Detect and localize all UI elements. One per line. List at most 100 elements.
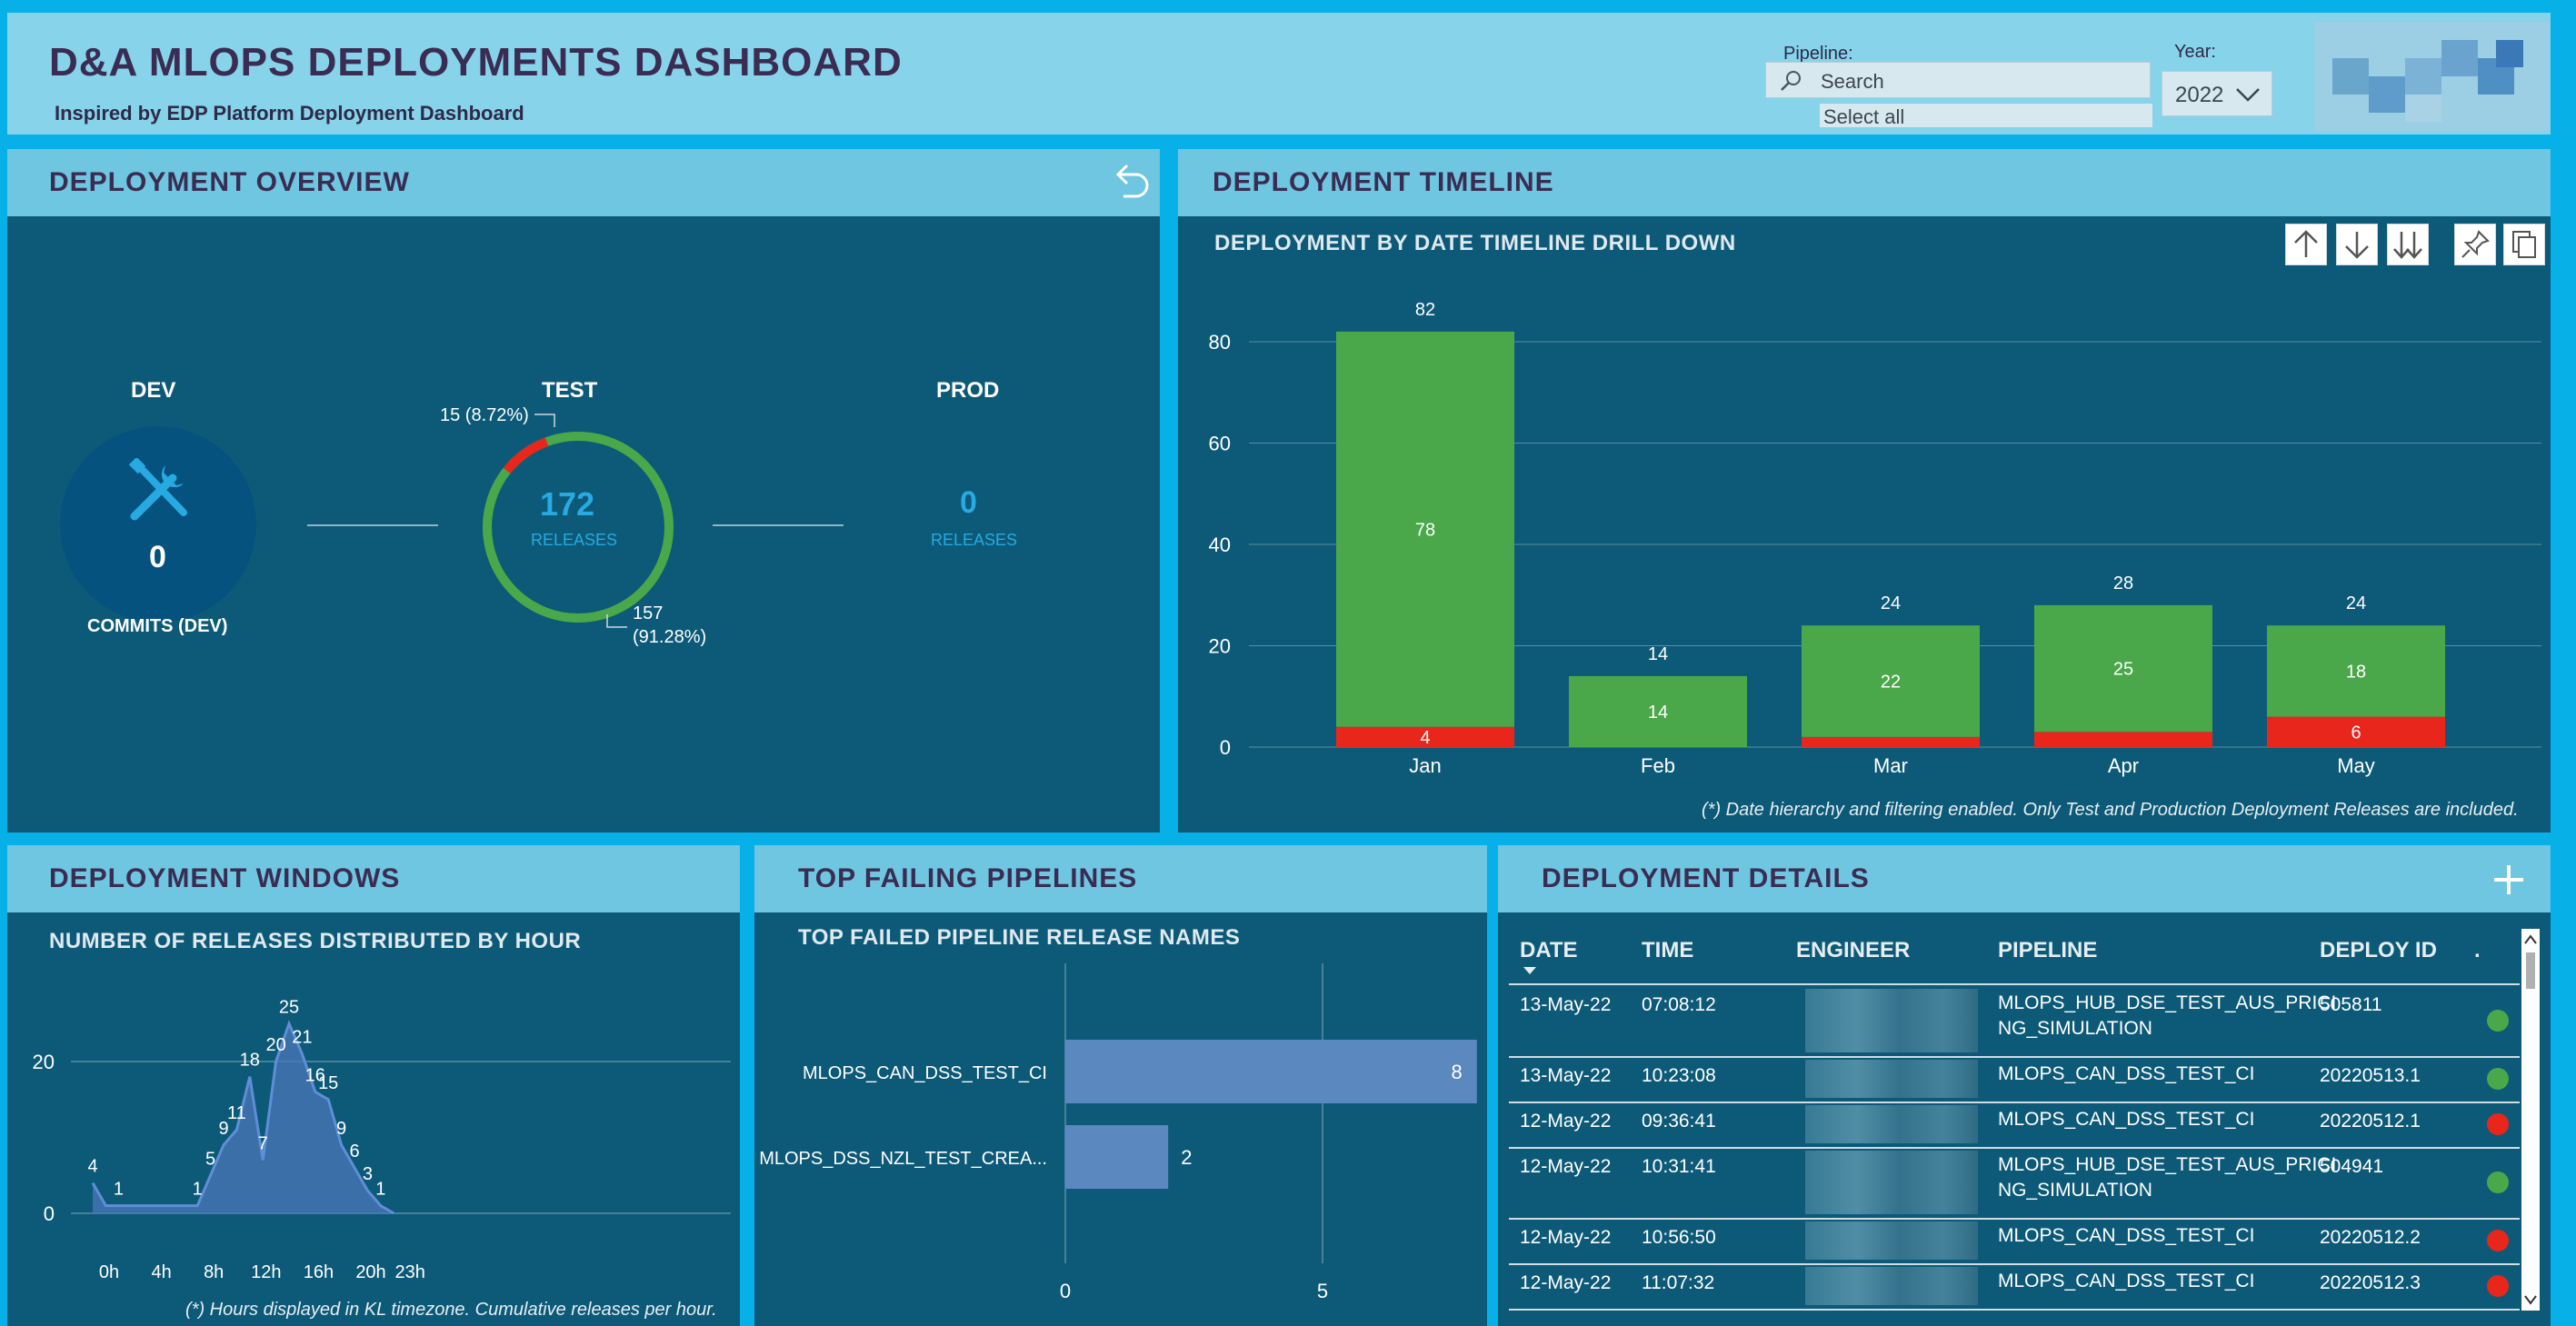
- cell-deploy-id: 20220512.1: [2320, 1111, 2421, 1132]
- reset-back-icon[interactable]: [1109, 158, 1151, 204]
- column-header-status[interactable]: .: [2474, 938, 2481, 963]
- cell-engineer-redacted: [1805, 989, 1978, 1052]
- column-header-time[interactable]: TIME: [1642, 938, 1693, 963]
- cell-engineer-redacted: [1805, 1151, 1978, 1214]
- failing-bar-value-label: 8: [1452, 1061, 1463, 1083]
- test-caption: RELEASES: [531, 531, 618, 549]
- timeline-ytick-label: 80: [1209, 331, 1231, 354]
- company-logo: [2314, 22, 2549, 131]
- failing-xtick-label: 5: [1317, 1280, 1328, 1302]
- timeline-xtick-label: Mar: [1873, 754, 1908, 777]
- windows-point-label: 25: [279, 997, 299, 1017]
- cell-pipeline: MLOPS_HUB_DSE_TEST_AUS_PRICI NG_SIMULATI…: [1998, 1154, 2337, 1201]
- pipeline-search[interactable]: Search: [1765, 62, 2151, 98]
- failing-bar: [1065, 1040, 1477, 1103]
- success-callout-label-1: 157: [633, 603, 664, 623]
- table-row[interactable]: 12-May-22 10:56:50 MLOPS_CAN_DSS_TEST_CI 20…: [1509, 1218, 2520, 1265]
- table-row[interactable]: 12-May-22 09:36:41 MLOPS_CAN_DSS_TEST_CI 20…: [1509, 1102, 2520, 1149]
- column-header-engineer[interactable]: ENGINEER: [1796, 938, 1910, 963]
- chevron-down-icon: [2236, 88, 2260, 102]
- dashboard-subtitle: Inspired by EDP Platform Deployment Dash…: [55, 102, 524, 125]
- plus-icon[interactable]: [2489, 860, 2529, 900]
- scroll-down-arrow-icon[interactable]: [2523, 1292, 2538, 1307]
- cell-pipeline: MLOPS_CAN_DSS_TEST_CI: [1998, 1063, 2255, 1084]
- deployment-details-panel: DEPLOYMENT DETAILS DATE TIME ENGINEER PI…: [1498, 845, 2551, 1326]
- table-row[interactable]: 12-May-22 11:07:32 MLOPS_CAN_DSS_TEST_CI 20…: [1509, 1263, 2520, 1311]
- windows-point-label: 5: [205, 1149, 215, 1169]
- table-row[interactable]: 13-May-22 07:08:12 MLOPS_HUB_DSE_TEST_AUS_…: [1509, 985, 2520, 1058]
- cell-date: 13-May-22: [1520, 994, 1612, 1015]
- test-prod-connector: [713, 524, 844, 526]
- column-header-date[interactable]: DATE: [1520, 938, 1578, 963]
- windows-point-label: 6: [349, 1142, 359, 1161]
- timeline-bar-success-label: 78: [1415, 520, 1435, 540]
- deployment-windows-panel: DEPLOYMENT WINDOWS NUMBER OF RELEASES DI…: [7, 845, 740, 1326]
- table-header-row: DATE TIME ENGINEER PIPELINE DEPLOY ID .: [1509, 929, 2520, 985]
- windows-point-label: 1: [114, 1180, 124, 1200]
- timeline-bar-success-label: 14: [1648, 703, 1668, 723]
- tools-icon: [128, 458, 187, 521]
- cell-engineer-redacted: [1805, 1221, 1978, 1260]
- windows-point-label: 18: [240, 1051, 260, 1071]
- sort-descending-icon[interactable]: [1522, 965, 1538, 976]
- windows-ytick-label: 0: [44, 1202, 55, 1225]
- timeline-bar-failed: [2034, 732, 2212, 747]
- timeline-bar-total-label: 24: [1881, 593, 1901, 613]
- prod-label: PROD: [936, 378, 1000, 403]
- scrollbar-thumb[interactable]: [2526, 952, 2535, 989]
- windows-point-label: 15: [318, 1073, 338, 1093]
- cell-pipeline: MLOPS_CAN_DSS_TEST_CI: [1998, 1271, 2255, 1291]
- year-label: Year:: [2174, 42, 2216, 62]
- success-callout-label-2: (91.28%): [633, 627, 707, 647]
- column-header-deploy-id[interactable]: DEPLOY ID: [2320, 938, 2437, 963]
- deployment-timeline-panel: DEPLOYMENT TIMELINE DEPLOYMENT BY DATE T…: [1178, 149, 2551, 832]
- select-all-option[interactable]: Select all: [1820, 104, 2152, 128]
- cell-engineer-redacted: [1805, 1060, 1978, 1098]
- timeline-footnote: (*) Date hierarchy and filtering enabled…: [1702, 800, 2519, 820]
- timeline-xtick-label: Jan: [1409, 754, 1441, 777]
- year-dropdown[interactable]: 2022: [2162, 71, 2272, 116]
- deployment-overview-panel: DEPLOYMENT OVERVIEW DEV 0 COMMITS (DEV) …: [7, 149, 1160, 832]
- failed-callout-line: [534, 414, 555, 427]
- table-row[interactable]: 13-May-22 10:23:08 MLOPS_CAN_DSS_TEST_CI 20…: [1509, 1056, 2520, 1103]
- status-success-dot: [2487, 1010, 2509, 1032]
- cell-date: 12-May-22: [1520, 1111, 1612, 1132]
- windows-point-label: 1: [193, 1180, 203, 1200]
- windows-ytick-label: 20: [33, 1051, 55, 1073]
- dev-test-connector: [307, 524, 438, 526]
- search-input[interactable]: Search: [1821, 70, 1884, 94]
- scroll-up-arrow-icon[interactable]: [2523, 932, 2538, 947]
- windows-xtick-label: 4h: [151, 1262, 171, 1282]
- column-header-pipeline[interactable]: PIPELINE: [1998, 938, 2097, 963]
- windows-point-label: 4: [87, 1157, 97, 1177]
- hourly-area-chart: 02041 15911187202521161596310h 4h 8h 12h 16h 2…: [33, 997, 731, 1282]
- windows-point-label: 11: [227, 1103, 246, 1123]
- cell-deploy-id: 505811: [2320, 994, 2382, 1015]
- windows-xtick-label: 8h: [204, 1262, 224, 1282]
- cell-deploy-id: 20220512.2: [2320, 1227, 2421, 1248]
- windows-point-label: 20: [265, 1035, 285, 1055]
- status-failed-dot: [2487, 1230, 2509, 1251]
- windows-point-label: 21: [292, 1028, 312, 1048]
- success-callout-line: [606, 614, 627, 628]
- cell-date: 12-May-22: [1520, 1227, 1612, 1248]
- windows-xtick-label: 12h: [251, 1262, 281, 1282]
- table-row[interactable]: 12-May-22 10:31:41 MLOPS_HUB_DSE_TEST_AUS_…: [1509, 1147, 2520, 1220]
- failing-xtick-label: 0: [1060, 1280, 1071, 1302]
- timeline-xtick-label: Apr: [2108, 754, 2139, 777]
- windows-xtick-label: 23h: [395, 1262, 425, 1282]
- vertical-scrollbar[interactable]: [2521, 929, 2540, 1311]
- donut-failed-arc: [503, 437, 549, 474]
- windows-point-label: 9: [336, 1119, 346, 1139]
- cell-deploy-id: 504941: [2320, 1156, 2384, 1177]
- timeline-ytick-label: 40: [1209, 533, 1231, 556]
- prod-release-count: 0: [960, 485, 977, 520]
- timeline-bar-failed-label: 4: [1420, 728, 1430, 748]
- test-label: TEST: [542, 378, 598, 403]
- timeline-ytick-label: 60: [1209, 433, 1231, 455]
- dev-label: DEV: [131, 378, 176, 403]
- windows-xtick-label: 20h: [355, 1262, 385, 1282]
- cell-deploy-id: 20220512.3: [2320, 1272, 2421, 1293]
- timeline-ytick-label: 20: [1209, 635, 1231, 658]
- cell-time: 11:07:32: [1642, 1272, 1715, 1293]
